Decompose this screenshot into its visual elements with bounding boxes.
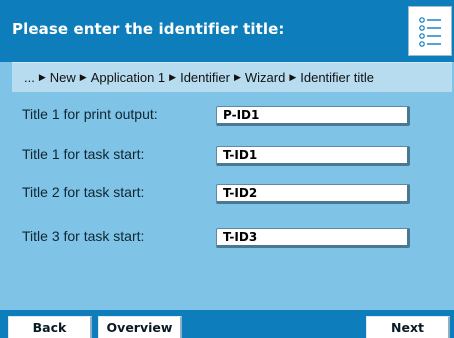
breadcrumb-item-application: Application 1 [90,70,166,85]
back-button[interactable]: Back [8,316,92,338]
page-title: Please enter the identifier title: [12,20,285,38]
task-start-title-1-label: Title 1 for task start: [22,146,145,162]
triangle-right-icon: ▶ [289,72,297,82]
triangle-right-icon: ▶ [79,72,87,82]
breadcrumb-item-ellipsis: ... [24,70,35,85]
task-start-title-1-field[interactable]: T-ID1 [216,146,410,166]
breadcrumb: ... ▶ New ▶ Application 1 ▶ Identifier ▶… [12,62,452,92]
task-start-title-2-field[interactable]: T-ID2 [216,184,410,204]
next-button[interactable]: Next [366,316,450,338]
triangle-right-icon: ▶ [233,72,241,82]
task-start-title-3-field[interactable]: T-ID3 [216,228,410,248]
header-bar: Please enter the identifier title: [0,0,454,62]
breadcrumb-item-wizard: Wizard [244,70,286,85]
screen: Please enter the identifier title: ... ▶… [0,0,454,338]
print-title-field[interactable]: P-ID1 [216,106,410,126]
task-start-title-2-label: Title 2 for task start: [22,184,145,200]
list-icon [419,17,441,47]
menu-button[interactable] [408,6,452,56]
breadcrumb-item-identifier-title: Identifier title [300,70,374,85]
triangle-right-icon: ▶ [169,72,177,82]
print-title-label: Title 1 for print output: [22,106,158,122]
breadcrumb-item-identifier: Identifier [180,70,230,85]
task-start-title-3-label: Title 3 for task start: [22,228,145,244]
breadcrumb-item-new: New [49,70,76,85]
overview-button[interactable]: Overview [98,316,182,338]
triangle-right-icon: ▶ [38,72,46,82]
